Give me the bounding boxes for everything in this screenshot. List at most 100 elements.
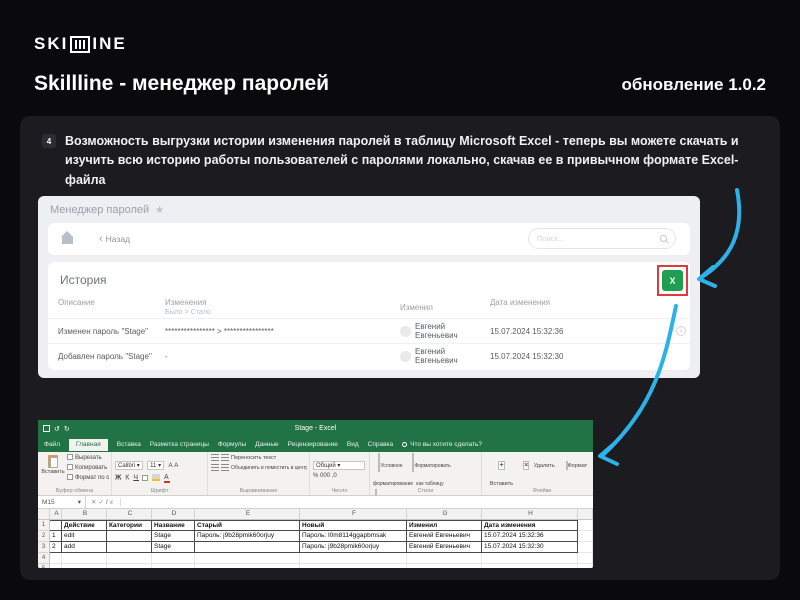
tab-review[interactable]: Рецензирование <box>288 441 338 448</box>
underline-button[interactable]: Ч <box>133 474 139 481</box>
formula-bar-icons[interactable]: ✕✓fx <box>86 498 121 506</box>
align-center-icon[interactable] <box>221 464 229 471</box>
cell[interactable] <box>50 520 62 531</box>
tab-help[interactable]: Справка <box>368 441 394 448</box>
cell[interactable]: Старый <box>195 520 300 531</box>
history-row[interactable]: Изменен пароль "Stage" **************** … <box>48 318 690 343</box>
row-number[interactable]: 1 <box>38 520 50 531</box>
column-header[interactable]: E <box>195 509 300 520</box>
cell[interactable]: Название <box>152 520 195 531</box>
select-all-corner[interactable] <box>38 509 50 520</box>
tab-insert[interactable]: Вставка <box>117 441 141 448</box>
delete-cells-button[interactable]: × Удалить <box>522 454 555 472</box>
cell[interactable]: Пароль: l0m8114ggapbmsak <box>300 531 407 542</box>
wrap-text-button[interactable]: Переносить текст <box>231 455 276 461</box>
align-middle-icon[interactable] <box>221 454 229 461</box>
feature-number-badge: 4 <box>42 134 56 148</box>
copy-button[interactable]: Копировать <box>67 464 109 474</box>
cell[interactable]: Stage <box>152 542 195 553</box>
cell[interactable]: add <box>62 542 107 553</box>
cell[interactable]: 15.07.2024 15:32:30 <box>482 542 578 553</box>
row-number[interactable]: 2 <box>38 531 50 542</box>
column-header[interactable]: G <box>407 509 482 520</box>
cell[interactable]: Новый <box>300 520 407 531</box>
insert-cells-button[interactable]: + Вставить <box>485 454 518 490</box>
col-changes: Изменения Было > Стало <box>165 298 400 316</box>
cell[interactable]: Дата изменения <box>482 520 578 531</box>
grow-shrink-font-buttons[interactable]: А А <box>169 463 179 469</box>
excel-screenshot: ↺ ↻ Stage - Excel Файл Главная Вставка Р… <box>38 420 593 568</box>
delete-cells-icon: × <box>523 461 529 470</box>
paste-button[interactable]: Вставить <box>41 454 65 475</box>
col-description: Описание <box>58 298 165 316</box>
history-table-header: Описание Изменения Было > Стало Изменил … <box>48 298 690 316</box>
row-number[interactable]: 4 <box>38 553 50 564</box>
name-box[interactable]: M15▾ <box>38 496 86 508</box>
align-left-icon[interactable] <box>211 464 219 471</box>
font-color-icon[interactable]: А <box>164 474 170 483</box>
font-size-select[interactable]: 11 ▾ <box>147 461 164 470</box>
align-top-icon[interactable] <box>211 454 219 461</box>
row-number[interactable]: 5 <box>38 564 50 568</box>
tab-data[interactable]: Данные <box>255 441 278 448</box>
merge-center-button[interactable]: Объединить и поместить в центре <box>231 465 307 471</box>
tab-page-layout[interactable]: Разметка страницы <box>150 441 209 448</box>
tab-home[interactable]: Главная <box>69 439 108 451</box>
cell[interactable]: Пароль: j9b28pmik60orjuy <box>300 542 407 553</box>
tab-view[interactable]: Вид <box>347 441 359 448</box>
column-header[interactable]: D <box>152 509 195 520</box>
logo-lll-icon <box>70 36 90 53</box>
excel-ribbon-tabs: Файл Главная Вставка Разметка страницы Ф… <box>38 437 593 452</box>
cell[interactable]: Действие <box>62 520 107 531</box>
enter-icon: ✓ <box>98 499 105 506</box>
cell[interactable]: 2 <box>50 542 62 553</box>
cell[interactable]: Stage <box>152 531 195 542</box>
row-number[interactable]: 3 <box>38 542 50 553</box>
conditional-formatting-button[interactable]: Условное форматирование <box>373 454 408 490</box>
cell[interactable]: Категории <box>107 520 152 531</box>
column-header[interactable]: B <box>62 509 107 520</box>
tab-file[interactable]: Файл <box>44 441 60 448</box>
tell-me-box[interactable]: Что вы хотите сделать? <box>402 441 482 448</box>
format-cells-button[interactable]: Формат <box>560 454 593 472</box>
format-painter-button[interactable]: Формат по образцу <box>67 474 109 484</box>
logo-text-prefix: SKI <box>34 34 68 54</box>
cut-button[interactable]: Вырезать <box>67 454 109 464</box>
back-button[interactable]: ‹ Назад <box>99 233 130 245</box>
cells-group: + Вставить × Удалить Формат Ячейки <box>482 452 593 495</box>
format-as-table-button[interactable]: Форматировать как таблицу <box>412 454 447 490</box>
cell[interactable]: Евгений Евгеньевич <box>407 531 482 542</box>
tab-formulas[interactable]: Формулы <box>218 441 246 448</box>
number-format-select[interactable]: Общий ▾ <box>313 461 365 470</box>
column-header[interactable]: C <box>107 509 152 520</box>
copy-icon <box>67 464 73 470</box>
italic-button[interactable]: К <box>125 474 130 481</box>
cell[interactable] <box>195 542 300 553</box>
font-name-select[interactable]: Calibri ▾ <box>115 461 143 470</box>
history-row[interactable]: Добавлен пароль "Stage" - Евгений Евгень… <box>48 343 690 368</box>
cell[interactable]: Изменил <box>407 520 482 531</box>
column-header[interactable]: H <box>482 509 578 520</box>
title-row: Skillline - менеджер паролей обновление … <box>34 72 766 96</box>
home-icon[interactable] <box>62 237 73 244</box>
cell[interactable] <box>107 531 152 542</box>
cell[interactable]: Пароль: j9b28pmik60orjuy <box>195 531 300 542</box>
excel-export-highlight-box: X <box>657 265 688 296</box>
column-header[interactable]: F <box>300 509 407 520</box>
col-changed-by: Изменил <box>400 298 490 316</box>
borders-icon[interactable] <box>142 475 148 481</box>
fill-color-icon[interactable] <box>152 474 160 481</box>
cell[interactable]: Евгений Евгеньевич <box>407 542 482 553</box>
excel-export-button[interactable]: X <box>662 270 683 291</box>
history-card: История X Описание Изменения Было > Стал… <box>48 262 690 370</box>
cell[interactable] <box>107 542 152 553</box>
info-icon[interactable]: i <box>676 326 686 336</box>
cell[interactable]: 15.07.2024 15:32:36 <box>482 531 578 542</box>
cell[interactable]: edit <box>62 531 107 542</box>
column-header[interactable]: A <box>50 509 62 520</box>
cell[interactable]: 1 <box>50 531 62 542</box>
number-format-icons[interactable]: % 000 ,0 <box>313 472 367 482</box>
search-input[interactable]: Поиск... <box>528 228 676 249</box>
bold-button[interactable]: Ж <box>115 474 122 481</box>
favorite-star-icon[interactable]: ★ <box>155 205 164 216</box>
